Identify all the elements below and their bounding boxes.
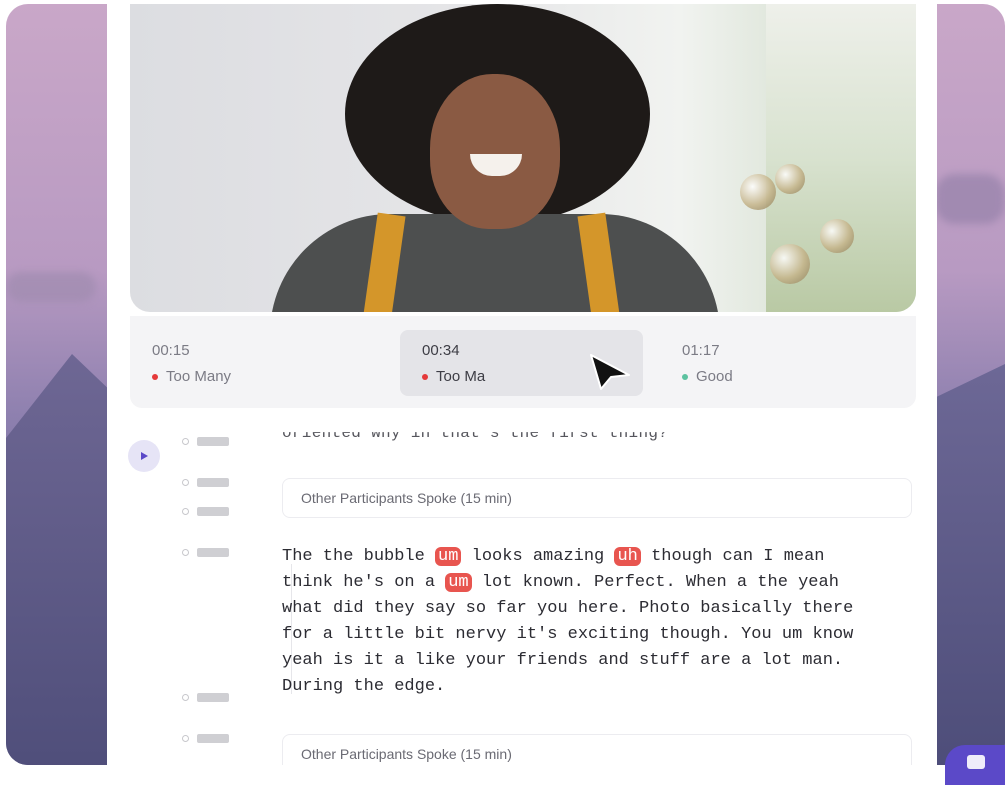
- status-dot-icon: [152, 373, 158, 380]
- status-dot-icon: [682, 373, 688, 380]
- marker-bar: [197, 693, 229, 702]
- filler-word-highlight[interactable]: um: [435, 547, 462, 566]
- play-button[interactable]: [128, 440, 160, 472]
- other-participants-spoke[interactable]: Other Participants Spoke (15 min): [282, 734, 912, 765]
- segment-status-label: Too Many: [166, 368, 232, 385]
- timeline-segment-1[interactable]: 00:15 Too Many: [130, 330, 385, 396]
- timeline-marker[interactable]: [182, 548, 229, 557]
- marker-bar: [197, 507, 229, 516]
- background-mountain: [935, 364, 1005, 765]
- marker-dot: [182, 508, 189, 515]
- transcript-paragraph: The the bubble um looks amazing uh thoug…: [282, 544, 922, 700]
- marker-bar: [197, 437, 229, 446]
- segment-status: Too Many: [152, 368, 231, 385]
- status-dot-icon: [422, 373, 428, 380]
- marker-bar: [197, 478, 229, 487]
- video-player[interactable]: [130, 4, 916, 312]
- background-mountain: [6, 354, 116, 765]
- video-decor-orb: [770, 244, 810, 284]
- segment-time: 01:17: [682, 342, 720, 359]
- mouse-pointer-icon: [590, 354, 630, 390]
- filler-word-highlight[interactable]: uh: [614, 547, 641, 566]
- marker-dot: [182, 549, 189, 556]
- transcript-text: The the bubble: [282, 547, 436, 566]
- marker-bar: [197, 548, 229, 557]
- segment-time: 00:15: [152, 342, 190, 359]
- timeline-marker[interactable]: [182, 507, 229, 516]
- timeline-marker[interactable]: [182, 693, 229, 702]
- segment-status-label: Good: [696, 368, 733, 385]
- filler-word-timeline: 00:15 Too Many 00:34 Too Ma 01:17 Good: [130, 316, 916, 408]
- marker-dot: [182, 694, 189, 701]
- background-cloud: [935, 174, 1005, 224]
- recording-card: 00:15 Too Many 00:34 Too Ma 01:17 Good o…: [107, 4, 937, 765]
- background-cloud: [6, 272, 96, 302]
- play-icon: [141, 452, 148, 460]
- chat-icon: [967, 755, 985, 769]
- timeline-marker[interactable]: [182, 478, 229, 487]
- timeline-marker[interactable]: [182, 437, 229, 446]
- segment-status: Too Ma: [422, 368, 485, 385]
- transcript-partial-line: oriented why in that's the first thing?: [282, 424, 669, 442]
- timeline-segment-3[interactable]: 01:17 Good: [660, 330, 905, 396]
- filler-word-highlight[interactable]: um: [445, 573, 472, 592]
- other-participants-spoke[interactable]: Other Participants Spoke (15 min): [282, 478, 912, 518]
- marker-dot: [182, 438, 189, 445]
- segment-time: 00:34: [422, 342, 460, 359]
- marker-dot: [182, 735, 189, 742]
- video-decor-orb: [775, 164, 805, 194]
- segment-status: Good: [682, 368, 733, 385]
- timeline-marker[interactable]: [182, 734, 229, 743]
- transcript-text: looks amazing: [461, 547, 615, 566]
- video-subject-face: [430, 74, 560, 229]
- video-decor-orb: [740, 174, 776, 210]
- segment-status-label: Too Ma: [436, 368, 486, 385]
- video-decor-orb: [820, 219, 854, 253]
- marker-dot: [182, 479, 189, 486]
- chat-launcher-button[interactable]: [945, 745, 1005, 785]
- marker-bar: [197, 734, 229, 743]
